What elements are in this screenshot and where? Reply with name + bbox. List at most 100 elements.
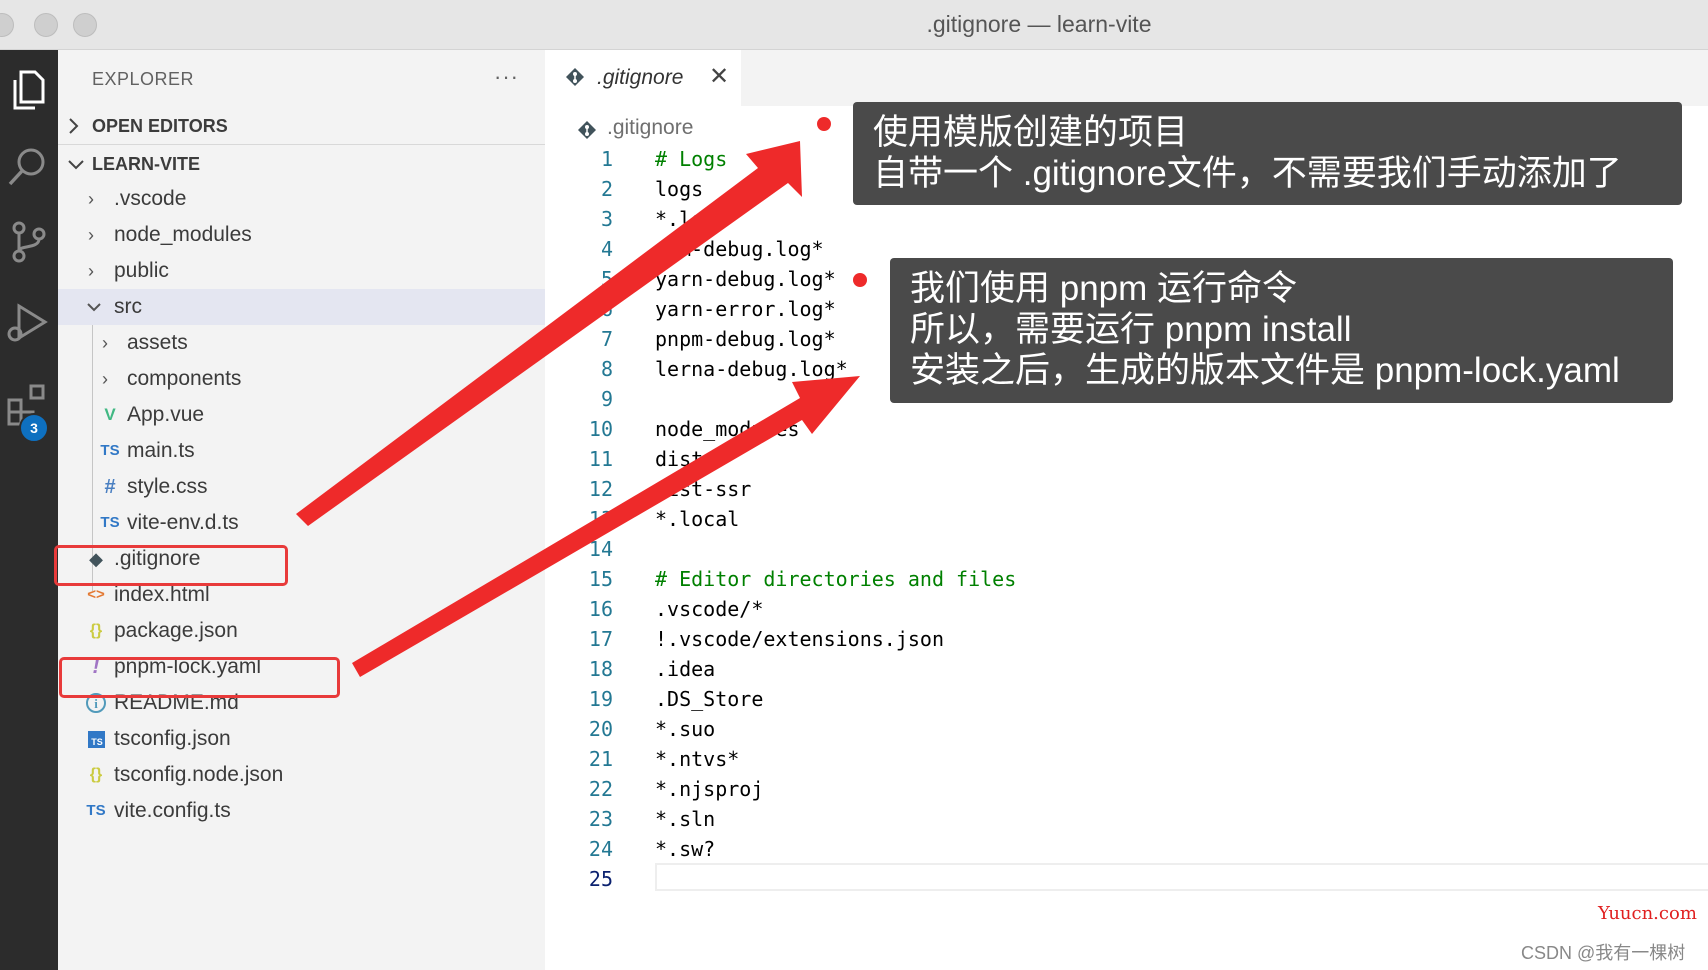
tab-gitignore[interactable]: .gitignore ✕	[545, 50, 741, 106]
project-section[interactable]: LEARN-VITE	[58, 146, 545, 182]
open-editors-section[interactable]: OPEN EDITORS	[58, 108, 545, 144]
line-number: 12	[588, 477, 613, 501]
tree-item-label: tsconfig.node.json	[114, 763, 284, 786]
code-line[interactable]: npm-debug.log*	[655, 237, 824, 261]
code-line[interactable]: yarn-error.log*	[655, 297, 836, 321]
tree-item-label: node_modules	[114, 223, 252, 246]
line-number: 9	[600, 387, 613, 411]
tree-file-tsconfig[interactable]: TS tsconfig.json	[58, 721, 545, 757]
code-line[interactable]: *.njsproj	[655, 777, 763, 801]
run-debug-icon[interactable]	[0, 292, 58, 352]
code-line[interactable]: dist-ssr	[655, 477, 751, 501]
line-number: 21	[588, 747, 613, 771]
line-number: 4	[600, 237, 613, 261]
code-line[interactable]: *.ntvs*	[655, 747, 739, 771]
watermark-author: CSDN @我有一棵树	[1521, 943, 1686, 963]
tab-label: .gitignore	[597, 66, 684, 89]
line-number: 20	[588, 717, 613, 741]
line-number: 16	[588, 597, 613, 621]
callout-dot-2	[853, 273, 867, 287]
title-bar: .gitignore — learn-vite	[0, 0, 1708, 50]
tree-file-main-ts[interactable]: TS main.ts	[58, 433, 545, 469]
line-number: 14	[588, 537, 613, 561]
tree-file-package-json[interactable]: {} package.json	[58, 613, 545, 649]
tree-folder-src[interactable]: src	[58, 289, 545, 325]
vue-icon: V	[104, 405, 116, 424]
tree-item-label: style.css	[127, 475, 208, 498]
explorer-icon[interactable]	[0, 60, 58, 120]
close-icon[interactable]: ✕	[709, 62, 729, 91]
line-number: 25	[588, 867, 613, 891]
code-line[interactable]: *.suo	[655, 717, 715, 741]
tree-item-label: App.vue	[127, 403, 205, 426]
tree-item-label: vite-env.d.ts	[127, 511, 239, 534]
typescript-icon: TS	[86, 802, 106, 819]
line-number: 24	[588, 837, 613, 861]
line-number: 2	[600, 177, 613, 201]
git-icon	[565, 67, 585, 92]
code-line[interactable]: # Logs	[655, 147, 727, 171]
tree-item-label: tsconfig.json	[114, 727, 231, 750]
typescript-icon: TS	[100, 514, 120, 531]
tree-folder-assets[interactable]: › assets	[58, 325, 545, 361]
tree-item-label: assets	[127, 331, 188, 354]
line-number: 1	[600, 147, 613, 171]
tree-item-label: src	[114, 295, 142, 318]
chevron-right-icon: ›	[88, 261, 94, 281]
code-line[interactable]: node_modules	[655, 417, 800, 441]
callout-text: 自带一个 .gitignore文件，不需要我们手动添加了	[873, 154, 1622, 193]
code-line[interactable]: lerna-debug.log*	[655, 357, 848, 381]
chevron-right-icon: ›	[102, 369, 108, 389]
more-actions-button[interactable]: ···	[494, 64, 519, 90]
line-number: 17	[588, 627, 613, 651]
code-line[interactable]: dist	[655, 447, 703, 471]
tree-folder-node-modules[interactable]: › node_modules	[58, 217, 545, 253]
code-line[interactable]: # Editor directories and files	[655, 567, 1016, 591]
watermark-site: Yuucn.com	[1598, 903, 1697, 924]
tree-folder-vscode[interactable]: › .vscode	[58, 181, 545, 217]
tree-item-label: main.ts	[127, 439, 195, 462]
svg-text:i: i	[94, 696, 98, 711]
search-icon[interactable]	[0, 136, 58, 196]
code-line[interactable]: *.log	[655, 207, 715, 231]
callout-text: 所以，需要运行 pnpm install	[910, 310, 1352, 349]
section-divider	[58, 144, 545, 145]
source-control-icon[interactable]	[0, 212, 58, 272]
tree-item-label: .vscode	[114, 187, 187, 210]
callout-text: 使用模版创建的项目	[873, 113, 1189, 152]
code-line[interactable]: !.vscode/extensions.json	[655, 627, 944, 651]
explorer-sidebar: EXPLORER ··· OPEN EDITORS LEARN-VITE › .…	[58, 50, 545, 970]
code-line[interactable]: .vscode/*	[655, 597, 763, 621]
code-line[interactable]: *.local	[655, 507, 739, 531]
code-line[interactable]: *.sw?	[655, 837, 715, 861]
tree-file-vite-env[interactable]: TS vite-env.d.ts	[58, 505, 545, 541]
window-title: .gitignore — learn-vite	[926, 11, 1152, 37]
code-line[interactable]: .idea	[655, 657, 715, 681]
line-number: 10	[588, 417, 613, 441]
code-line[interactable]: *.sln	[655, 807, 715, 831]
code-line[interactable]: pnpm-debug.log*	[655, 327, 836, 351]
project-label: LEARN-VITE	[92, 154, 200, 174]
tree-folder-public[interactable]: › public	[58, 253, 545, 289]
line-number: 6	[600, 297, 613, 321]
tree-folder-components[interactable]: › components	[58, 361, 545, 397]
line-number: 19	[588, 687, 613, 711]
code-line[interactable]: yarn-debug.log*	[655, 267, 836, 291]
code-line[interactable]: logs	[655, 177, 703, 201]
extensions-badge: 3	[19, 413, 49, 443]
activity-bar: 3	[0, 50, 58, 970]
line-number: 5	[600, 267, 613, 291]
svg-text:TS: TS	[91, 737, 103, 747]
tab-bar: .gitignore ✕	[545, 50, 1708, 106]
line-number: 3	[600, 207, 613, 231]
callout-text: 安装之后，生成的版本文件是 pnpm-lock.yaml	[910, 351, 1620, 390]
highlight-pnpm-lock	[59, 657, 340, 698]
tree-file-vite-config[interactable]: TS vite.config.ts	[58, 793, 545, 829]
tree-file-app-vue[interactable]: V App.vue	[58, 397, 545, 433]
css-icon: #	[104, 476, 116, 498]
code-line[interactable]: .DS_Store	[655, 687, 763, 711]
breadcrumb[interactable]: .gitignore	[607, 116, 693, 140]
tree-file-tsconfig-node[interactable]: {} tsconfig.node.json	[58, 757, 545, 793]
tree-file-style-css[interactable]: # style.css	[58, 469, 545, 505]
callout-pnpm: 我们使用 pnpm 运行命令 所以，需要运行 pnpm install 安装之后…	[890, 258, 1673, 403]
